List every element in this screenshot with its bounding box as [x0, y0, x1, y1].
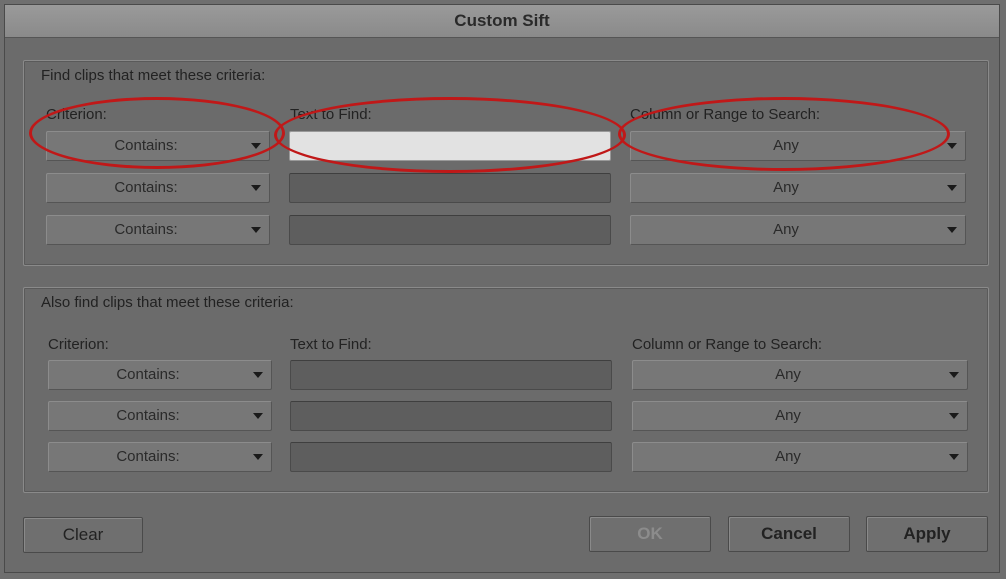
ok-button[interactable]: OK	[589, 516, 711, 552]
dropdown-arrow-icon	[251, 227, 261, 233]
text-to-find-header: Text to Find:	[290, 336, 372, 353]
criterion-dropdown[interactable]: Contains:	[46, 215, 270, 245]
column-range-value: Any	[773, 137, 799, 154]
criterion-value: Contains:	[114, 137, 178, 154]
dropdown-arrow-icon	[947, 227, 957, 233]
column-range-value: Any	[773, 179, 799, 196]
text-to-find-input[interactable]	[289, 131, 611, 161]
find-criteria-group: Find clips that meet these criteria: Cri…	[23, 60, 989, 266]
criterion-dropdown[interactable]: Contains:	[48, 442, 272, 472]
dropdown-arrow-icon	[253, 454, 263, 460]
column-range-value: Any	[775, 407, 801, 424]
text-to-find-input[interactable]	[290, 360, 612, 390]
criterion-value: Contains:	[114, 179, 178, 196]
group-title: Also find clips that meet these criteria…	[41, 294, 294, 311]
text-to-find-input[interactable]	[290, 442, 612, 472]
column-range-value: Any	[773, 221, 799, 238]
clear-button[interactable]: Clear	[23, 517, 143, 553]
column-range-value: Any	[775, 366, 801, 383]
dropdown-arrow-icon	[947, 143, 957, 149]
criterion-header: Criterion:	[46, 106, 107, 123]
criterion-value: Contains:	[114, 221, 178, 238]
criterion-dropdown[interactable]: Contains:	[46, 173, 270, 203]
column-range-dropdown[interactable]: Any	[632, 442, 968, 472]
cancel-button[interactable]: Cancel	[728, 516, 850, 552]
dropdown-arrow-icon	[253, 413, 263, 419]
text-to-find-input[interactable]	[290, 401, 612, 431]
column-range-dropdown[interactable]: Any	[630, 131, 966, 161]
also-find-criteria-group: Also find clips that meet these criteria…	[23, 287, 989, 493]
criterion-value: Contains:	[116, 407, 180, 424]
dropdown-arrow-icon	[253, 372, 263, 378]
text-to-find-input[interactable]	[289, 173, 611, 203]
dropdown-arrow-icon	[251, 143, 261, 149]
criterion-header: Criterion:	[48, 336, 109, 353]
group-title: Find clips that meet these criteria:	[41, 67, 266, 84]
apply-button[interactable]: Apply	[866, 516, 988, 552]
criterion-value: Contains:	[116, 366, 180, 383]
column-range-dropdown[interactable]: Any	[632, 401, 968, 431]
text-to-find-input[interactable]	[289, 215, 611, 245]
criterion-dropdown[interactable]: Contains:	[46, 131, 270, 161]
column-range-dropdown[interactable]: Any	[630, 173, 966, 203]
dropdown-arrow-icon	[947, 185, 957, 191]
column-range-value: Any	[775, 448, 801, 465]
text-to-find-header: Text to Find:	[290, 106, 372, 123]
dropdown-arrow-icon	[251, 185, 261, 191]
dropdown-arrow-icon	[949, 454, 959, 460]
column-range-dropdown[interactable]: Any	[630, 215, 966, 245]
dialog-title: Custom Sift	[5, 5, 999, 38]
column-range-header: Column or Range to Search:	[632, 336, 823, 353]
column-range-dropdown[interactable]: Any	[632, 360, 968, 390]
dropdown-arrow-icon	[949, 413, 959, 419]
custom-sift-dialog: Custom Sift Find clips that meet these c…	[4, 4, 1000, 573]
dropdown-arrow-icon	[949, 372, 959, 378]
column-range-header: Column or Range to Search:	[630, 106, 821, 123]
criterion-dropdown[interactable]: Contains:	[48, 401, 272, 431]
criterion-value: Contains:	[116, 448, 180, 465]
criterion-dropdown[interactable]: Contains:	[48, 360, 272, 390]
